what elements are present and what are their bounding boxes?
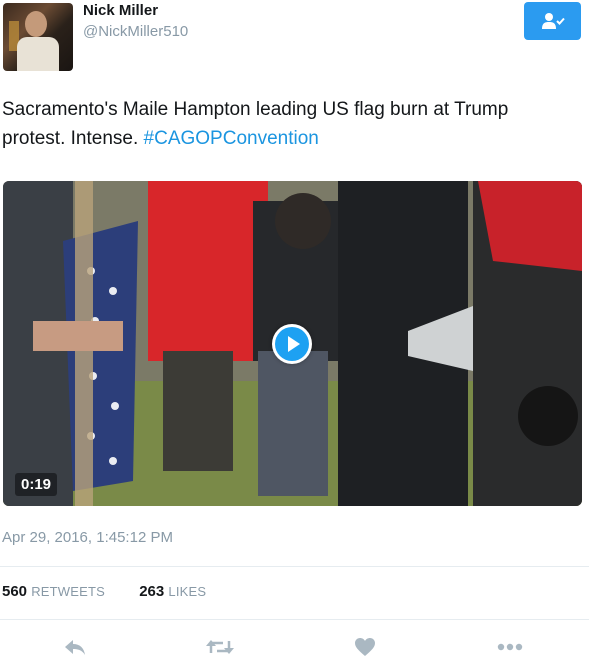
tweet-timestamp[interactable]: Apr 29, 2016, 1:45:12 PM [2, 529, 173, 546]
retweet-button[interactable] [203, 632, 237, 662]
tweet-actions [0, 632, 589, 662]
likes-stat[interactable]: 263 LIKES [139, 583, 206, 600]
avatar-face [25, 11, 47, 37]
divider-top [0, 566, 589, 567]
likes-label: LIKES [168, 584, 207, 599]
heart-icon [355, 638, 375, 656]
like-button[interactable] [348, 632, 382, 662]
video-player[interactable]: 0:19 [3, 181, 582, 506]
retweets-count: 560 [2, 583, 28, 600]
retweets-stat[interactable]: 560 RETWEETS [2, 583, 105, 600]
play-icon [275, 327, 309, 361]
tweet-text: Sacramento's Maile Hampton leading US fl… [2, 95, 562, 153]
follow-button[interactable] [524, 2, 581, 40]
retweet-icon [206, 640, 234, 654]
divider-bottom [0, 619, 589, 620]
likes-count: 263 [139, 583, 165, 600]
hashtag-link[interactable]: #CAGOPConvention [144, 128, 319, 149]
more-button[interactable] [493, 632, 527, 662]
more-icon [497, 643, 523, 651]
reply-button[interactable] [58, 632, 92, 662]
reply-icon [65, 640, 85, 655]
tweet-header: Nick Miller @NickMiller510 [0, 0, 589, 80]
tweet-stats: 560 RETWEETS 263 LIKES [2, 583, 236, 600]
avatar[interactable] [3, 3, 73, 71]
avatar-shirt [17, 37, 59, 71]
display-name[interactable]: Nick Miller [83, 2, 158, 20]
follow-user-icon [541, 13, 565, 29]
retweets-label: RETWEETS [31, 584, 106, 599]
video-duration: 0:19 [15, 473, 58, 496]
user-handle[interactable]: @NickMiller510 [83, 23, 188, 41]
play-button[interactable] [272, 324, 312, 364]
